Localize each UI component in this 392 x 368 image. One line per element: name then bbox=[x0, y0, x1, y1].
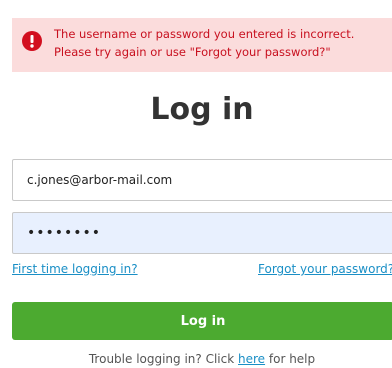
password-field[interactable] bbox=[12, 212, 392, 254]
help-text-suffix: for help bbox=[265, 352, 316, 366]
error-message: The username or password you entered is … bbox=[54, 25, 388, 61]
forgot-password-link[interactable]: Forgot your password? bbox=[258, 262, 392, 276]
error-message-line-1: The username or password you entered is … bbox=[54, 27, 355, 41]
page-title: Log in bbox=[150, 92, 254, 127]
help-text-prefix: Trouble logging in? Click bbox=[88, 352, 239, 366]
login-button[interactable]: Log in bbox=[12, 302, 392, 340]
email-field[interactable] bbox=[12, 159, 392, 201]
error-banner: The username or password you entered is … bbox=[12, 18, 392, 72]
error-message-line-2: Please try again or use "Forgot your pas… bbox=[54, 45, 331, 59]
first-time-login-link[interactable]: First time logging in? bbox=[12, 262, 138, 276]
help-link[interactable]: here bbox=[238, 352, 265, 366]
exclamation-circle-icon bbox=[22, 31, 42, 51]
help-text: Trouble logging in? Click here for help bbox=[12, 352, 392, 366]
login-page: The username or password you entered is … bbox=[0, 0, 392, 368]
